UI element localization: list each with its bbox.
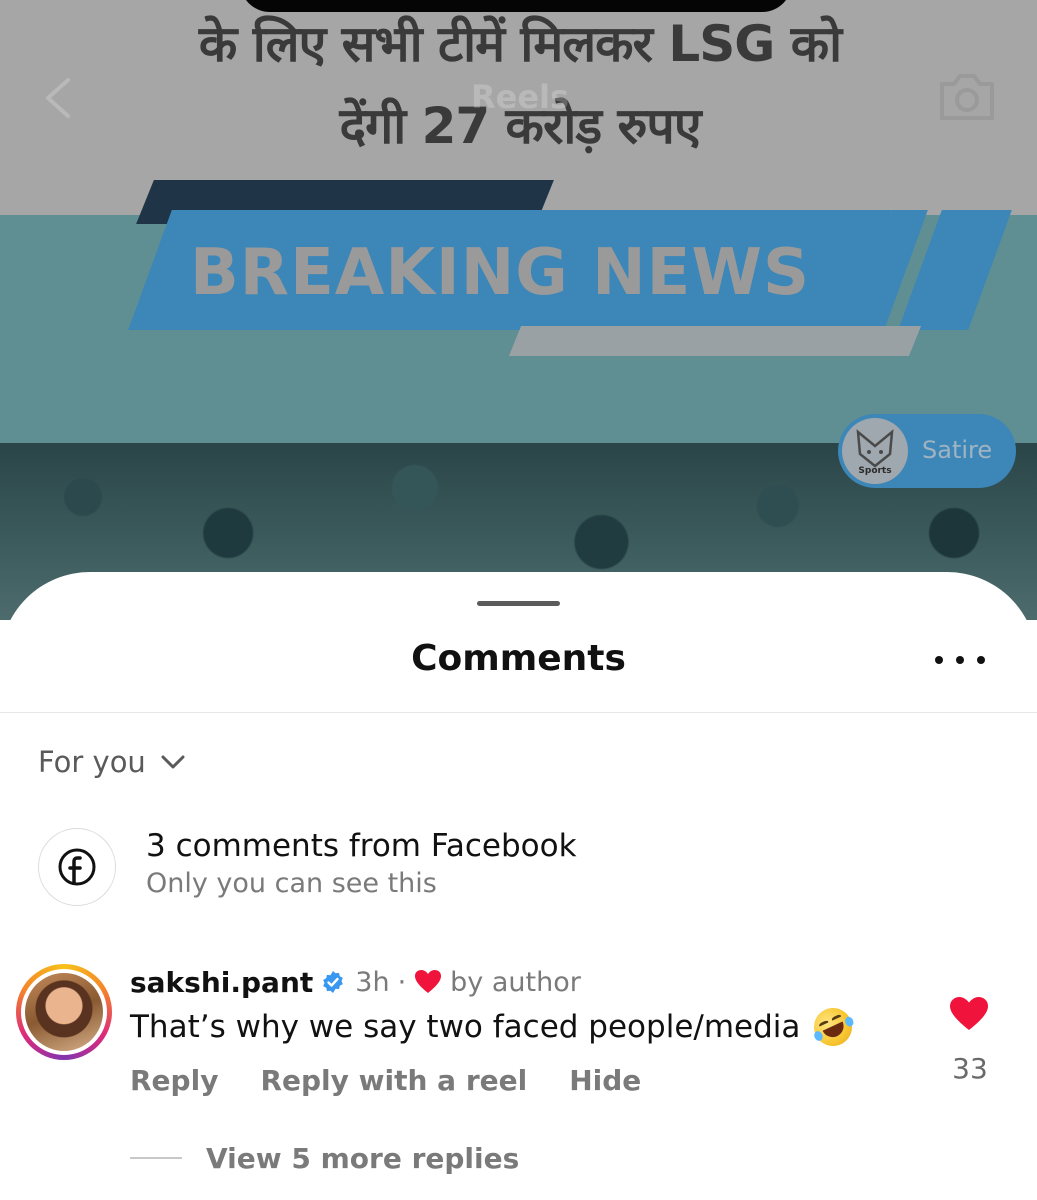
reel-headline-line1: के लिए सभी टीमें मिलकर LSG को bbox=[198, 15, 842, 73]
facebook-comments-notice[interactable]: 3 comments from Facebook Only you can se… bbox=[38, 828, 738, 908]
satire-badge: Sports Satire bbox=[838, 414, 1016, 488]
avatar-story-ring[interactable] bbox=[16, 964, 112, 1060]
more-horizontal-icon bbox=[956, 656, 964, 664]
more-horizontal-icon bbox=[935, 656, 943, 664]
facebook-icon bbox=[58, 848, 96, 886]
reply-with-reel-button[interactable]: Reply with a reel bbox=[260, 1064, 527, 1097]
chevron-left-icon bbox=[46, 78, 70, 118]
facebook-notice-subtitle: Only you can see this bbox=[146, 868, 437, 899]
comment-meta: sakshi.pant 3h · by author bbox=[130, 962, 581, 1002]
view-replies-label: View 5 more replies bbox=[206, 1141, 520, 1175]
satire-label: Satire bbox=[922, 436, 993, 464]
sheet-drag-handle[interactable] bbox=[477, 601, 560, 606]
heart-icon bbox=[415, 970, 442, 993]
meta-separator: · bbox=[397, 966, 407, 998]
comment-username[interactable]: sakshi.pant bbox=[130, 966, 313, 999]
verified-badge-icon bbox=[323, 971, 344, 993]
comment-text: That’s why we say two faced people/media bbox=[130, 1001, 859, 1053]
sports-logo: Sports bbox=[842, 418, 908, 484]
comment-actions: Reply Reply with a reel Hide bbox=[130, 1064, 641, 1097]
camera-button[interactable] bbox=[936, 70, 998, 122]
sheet-title: Comments bbox=[411, 638, 626, 679]
comment-timestamp: 3h bbox=[355, 966, 390, 998]
device-notch bbox=[240, 0, 792, 12]
comment-item: sakshi.pant 3h · by author That’s why we… bbox=[0, 958, 1037, 1198]
banner-stripe bbox=[508, 326, 922, 356]
rolling-on-floor-laughing-emoji bbox=[808, 1001, 859, 1053]
view-more-replies-button[interactable]: View 5 more replies bbox=[130, 1140, 519, 1176]
comment-sort-dropdown[interactable]: For you bbox=[38, 742, 186, 782]
facebook-notice-title: 3 comments from Facebook bbox=[146, 828, 577, 864]
reel-background: के लिए सभी टीमें मिलकर LSG को देंगी 27 क… bbox=[0, 0, 1037, 620]
sort-label: For you bbox=[38, 745, 146, 779]
replies-divider-line bbox=[130, 1157, 182, 1159]
chevron-down-icon bbox=[161, 755, 185, 769]
sports-logo-text: Sports bbox=[858, 466, 892, 476]
like-heart-icon[interactable] bbox=[949, 996, 989, 1032]
more-options-button[interactable] bbox=[935, 650, 985, 670]
hide-button[interactable]: Hide bbox=[569, 1064, 641, 1097]
like-count: 33 bbox=[952, 1052, 988, 1085]
camera-icon bbox=[940, 74, 994, 120]
header-divider bbox=[0, 712, 1037, 713]
back-button[interactable] bbox=[38, 76, 78, 120]
reels-page-title: Reels bbox=[470, 78, 570, 116]
more-horizontal-icon bbox=[977, 656, 985, 664]
liked-by-author-label: by author bbox=[450, 966, 581, 998]
breaking-news-banner: BREAKING NEWS bbox=[190, 236, 811, 310]
facebook-icon-container bbox=[38, 828, 116, 906]
reply-button[interactable]: Reply bbox=[130, 1064, 218, 1097]
avatar bbox=[25, 973, 103, 1051]
comment-body: That’s why we say two faced people/media bbox=[130, 1009, 801, 1045]
